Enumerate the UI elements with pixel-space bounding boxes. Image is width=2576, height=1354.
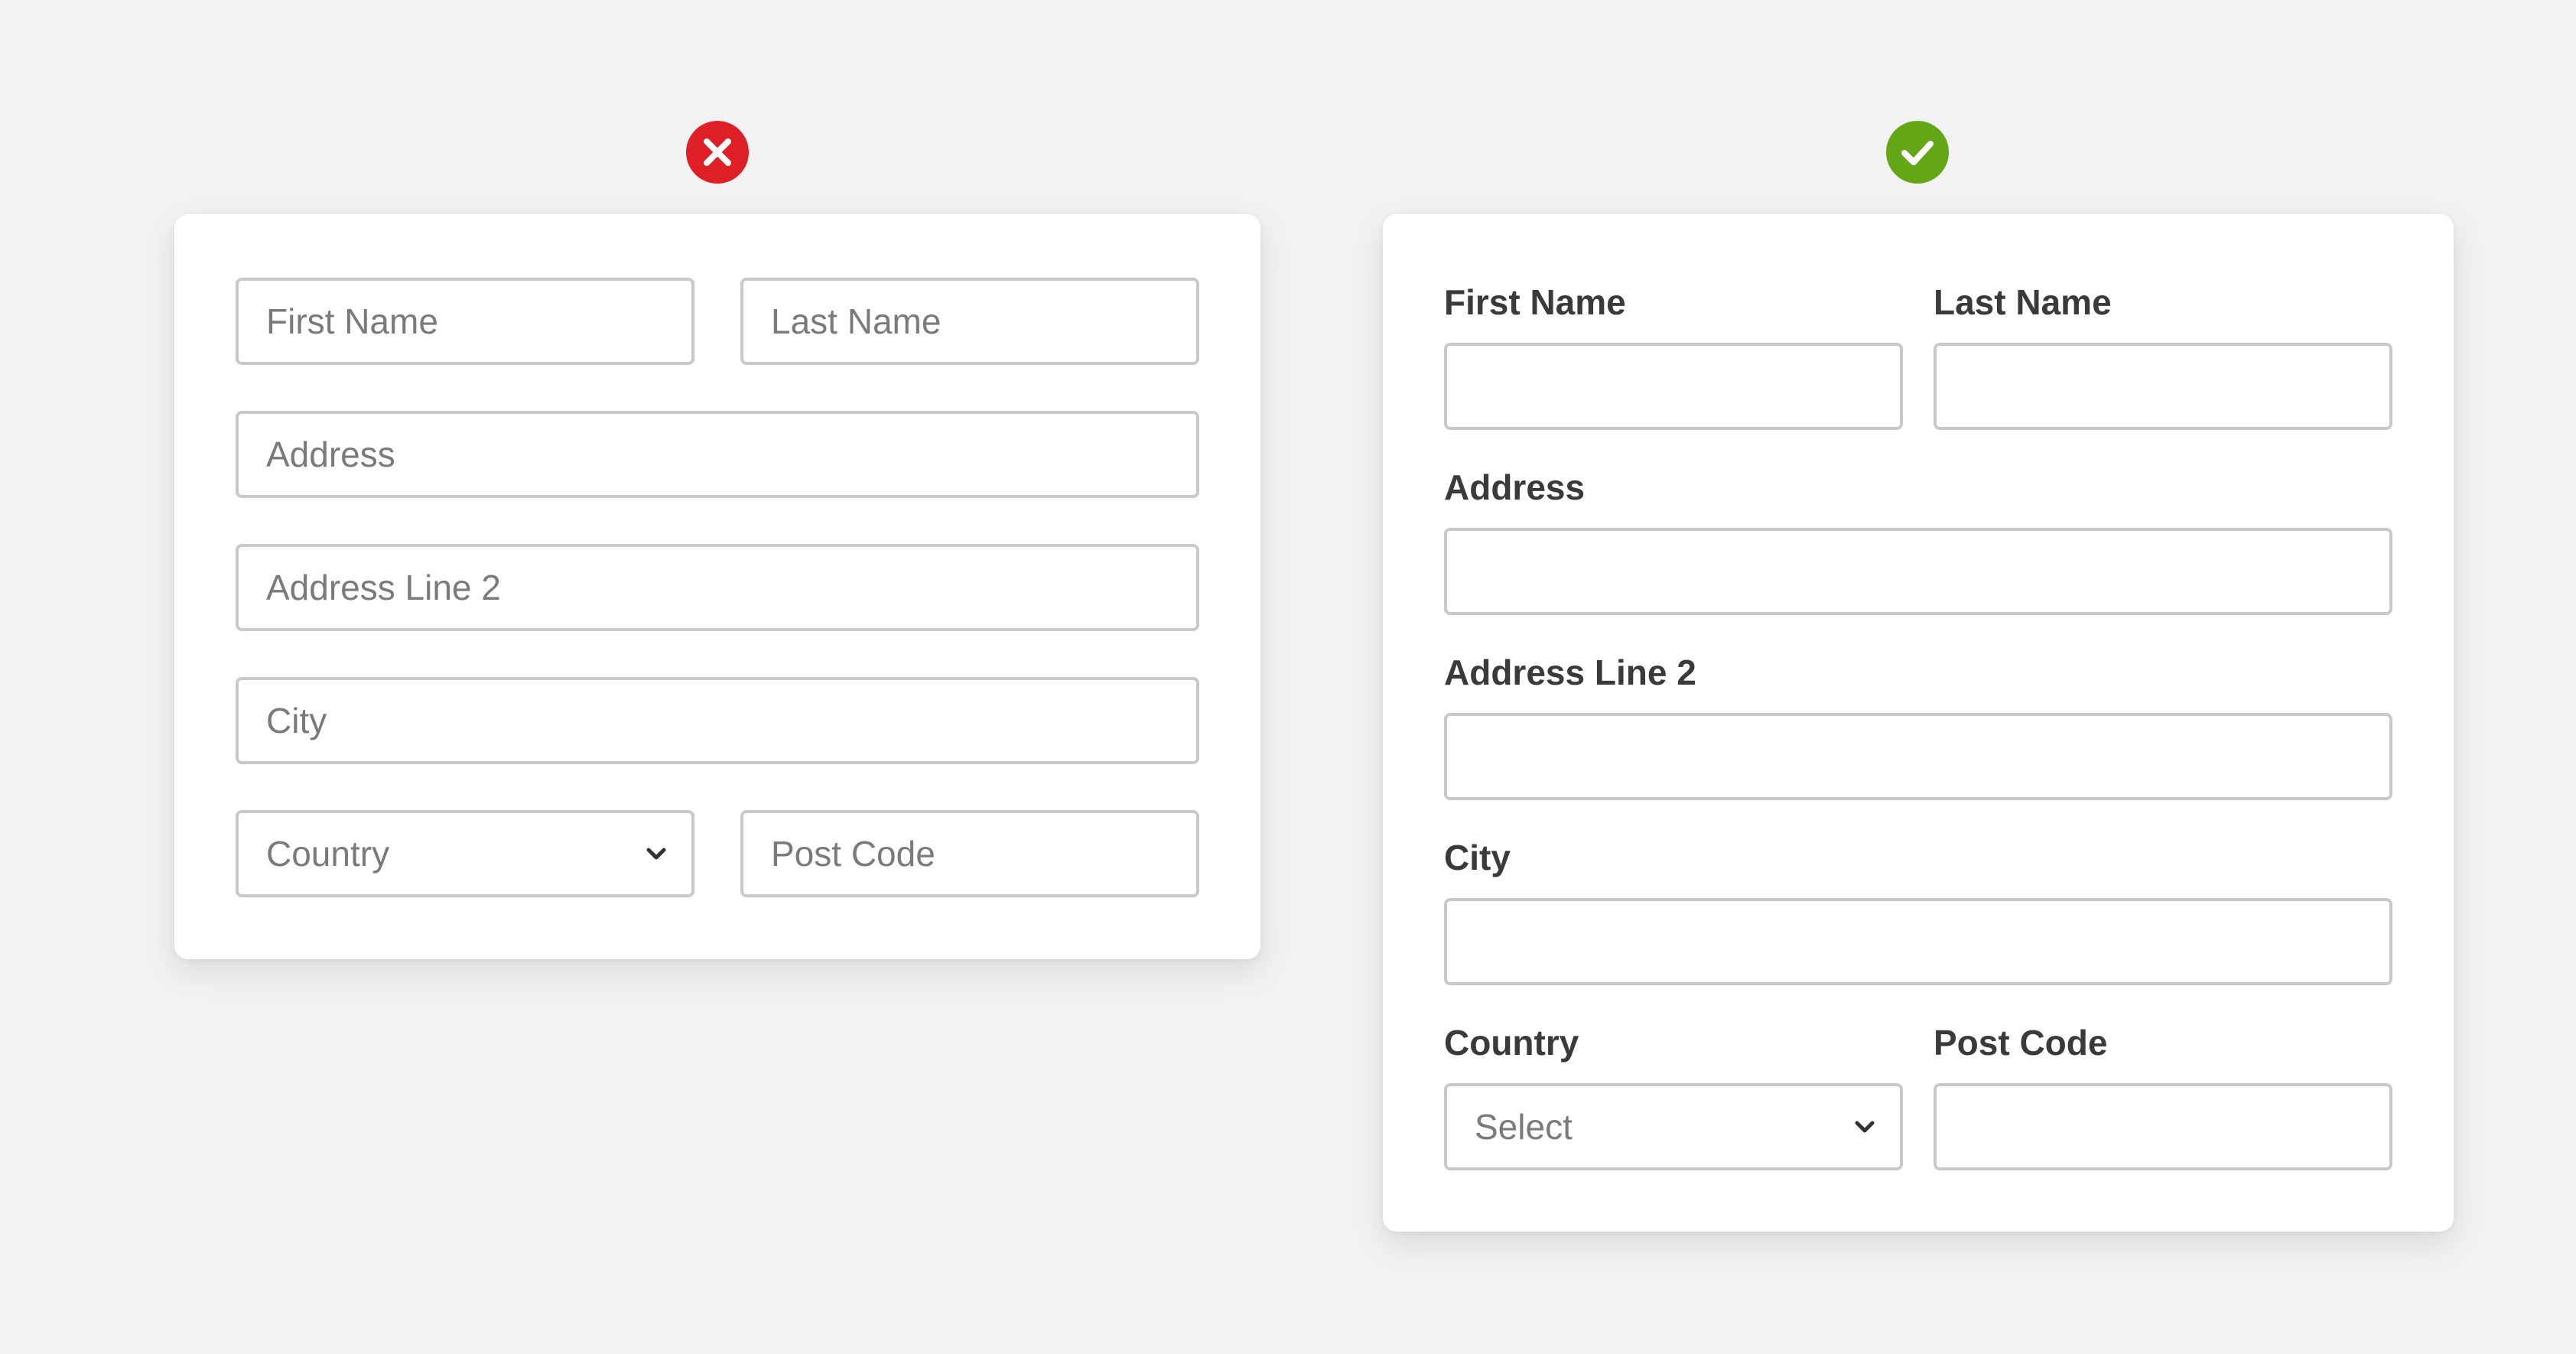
city-field[interactable] <box>1444 898 2392 985</box>
first-name-label: First Name <box>1444 282 1626 322</box>
country-select[interactable]: Country <box>236 810 694 897</box>
address-line2-field[interactable] <box>1444 713 2392 800</box>
country-placeholder: Country <box>266 834 390 874</box>
city-label: City <box>1444 838 1511 877</box>
first-name-field[interactable] <box>1444 343 1903 430</box>
address-field[interactable]: Address <box>236 411 1199 498</box>
post-code-field[interactable] <box>1934 1083 2392 1170</box>
form-placeholder-labels: First Name Last Name Address Address Lin… <box>174 214 1260 959</box>
post-code-label: Post Code <box>1934 1023 2108 1063</box>
address-line2-field[interactable]: Address Line 2 <box>236 544 1199 631</box>
address-line2-label: Address Line 2 <box>1444 653 1696 692</box>
first-name-field[interactable]: First Name <box>236 278 694 365</box>
error-x-icon <box>686 121 749 184</box>
post-code-placeholder: Post Code <box>771 834 935 874</box>
last-name-field[interactable] <box>1934 343 2392 430</box>
country-label: Country <box>1444 1023 1579 1063</box>
form-top-labels: First Name Last Name Address Address Lin… <box>1383 214 2454 1232</box>
address-placeholder: Address <box>266 435 395 474</box>
address-label: Address <box>1444 467 1586 507</box>
address-field[interactable] <box>1444 528 2392 615</box>
chevron-down-icon <box>644 841 668 866</box>
city-field[interactable]: City <box>236 677 1199 764</box>
first-name-placeholder: First Name <box>266 301 438 341</box>
country-select-value: Select <box>1475 1107 1573 1147</box>
success-check-icon <box>1886 121 1949 184</box>
last-name-label: Last Name <box>1934 282 2112 322</box>
address-line2-placeholder: Address Line 2 <box>266 568 501 607</box>
country-select[interactable]: Select <box>1444 1083 1903 1170</box>
city-placeholder: City <box>266 701 327 740</box>
last-name-placeholder: Last Name <box>771 301 942 341</box>
last-name-field[interactable]: Last Name <box>740 278 1199 365</box>
post-code-field[interactable]: Post Code <box>740 810 1199 897</box>
chevron-down-icon <box>1852 1115 1877 1139</box>
